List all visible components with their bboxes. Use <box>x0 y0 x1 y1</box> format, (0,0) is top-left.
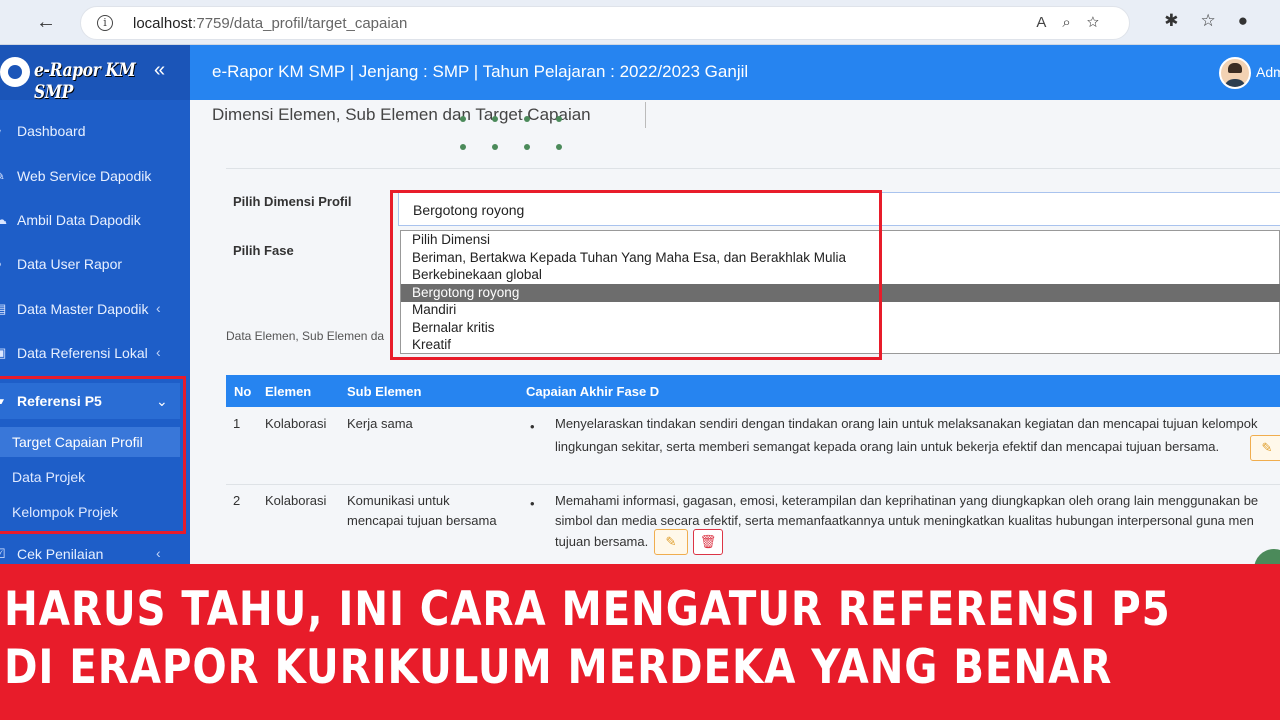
row-divider <box>226 484 1280 485</box>
title-divider <box>645 102 646 128</box>
sidebar-item-label: Data Referensi Lokal <box>17 345 148 361</box>
dimensi-label: Pilih Dimensi Profil <box>233 194 352 209</box>
read-aloud-icon[interactable]: A <box>1036 14 1062 31</box>
cell-sub-elemen: mencapai tujuan bersama <box>347 513 497 528</box>
sidebar-item-dashboard[interactable]: ◔ Dashboard <box>0 117 190 147</box>
browser-icons: ✱☆● <box>1164 11 1270 31</box>
dashboard-icon: ◔ <box>0 123 10 138</box>
cell-elemen: Kolaborasi <box>265 416 327 431</box>
main-content: Dimensi Elemen, Sub Elemen dan Target Ca… <box>190 100 1280 589</box>
avatar[interactable] <box>1219 57 1251 89</box>
sidebar-item-web-service-dapodik[interactable]: ✎ Web Service Dapodik <box>0 162 190 192</box>
cell-capaian-line: Memahami informasi, gagasan, emosi, kete… <box>555 493 1259 508</box>
app-title: e-Rapor KM SMP | Jenjang : SMP | Tahun P… <box>212 62 749 81</box>
url-host: localhost <box>133 15 193 32</box>
banner-line-2: DI ERAPOR KURIKULUM MERDEKA YANG BENAR <box>4 640 1113 695</box>
cell-capaian-line: Menyelaraskan tindakan sendiri dengan ti… <box>555 416 1258 431</box>
chevron-down-icon: ⌄ <box>156 393 168 409</box>
cell-elemen: Kolaborasi <box>265 493 327 508</box>
tut-wuri-logo <box>0 57 30 87</box>
sidebar-item-data-user-rapor[interactable]: ● Data User Rapor <box>0 250 190 280</box>
wrench-icon: ✎ <box>0 168 10 184</box>
top-navbar: e-Rapor KM SMP | Jenjang : SMP | Tahun P… <box>190 45 1280 100</box>
database-icon: ▤ <box>0 301 7 316</box>
user-name[interactable]: Adm <box>1256 64 1280 80</box>
chevron-left-icon: ‹ <box>156 300 161 316</box>
sidebar-subitem-label: Target Capaian Profil <box>12 434 143 450</box>
folder-open-icon: ▰ <box>0 393 4 409</box>
back-arrow-icon[interactable]: ← <box>36 11 58 33</box>
sidebar-subitem-label: Kelompok Projek <box>12 504 118 520</box>
cell-no: 2 <box>233 493 241 508</box>
edit-button[interactable]: ✎ <box>654 529 688 555</box>
sidebar-item-data-master-dapodik[interactable]: ▤ Data Master Dapodik ‹ <box>0 295 190 325</box>
delete-button[interactable]: 🗑 <box>693 529 723 555</box>
sidebar-item-referensi-p5[interactable]: ▰ Referensi P5 ⌄ <box>0 383 180 419</box>
referensi-p5-group: ▰ Referensi P5 ⌄ Target Capaian Profil D… <box>0 376 186 534</box>
table-header: No Elemen Sub Elemen Capaian Akhir Fase … <box>226 375 1280 407</box>
cell-no: 1 <box>233 416 241 431</box>
bullet: • <box>530 496 535 511</box>
address-tools: A⌕☆ <box>1036 14 1115 31</box>
sidebar-item-label: Data Master Dapodik <box>17 301 149 317</box>
profile-icon[interactable]: ● <box>1238 11 1270 30</box>
browser-toolbar: ← i localhost:7759/data_profil/target_ca… <box>0 0 1280 45</box>
cell-sub-elemen: Komunikasi untuk <box>347 493 450 508</box>
brand-name: e-Rapor KM SMP <box>34 59 136 103</box>
sidebar-subitem-kelompok-projek[interactable]: Kelompok Projek <box>0 497 180 527</box>
sidebar-subitem-target-capaian-profil[interactable]: Target Capaian Profil <box>0 427 180 457</box>
favorites-icon[interactable]: ☆ <box>1200 11 1237 30</box>
collapse-sidebar-icon[interactable]: « <box>154 59 165 82</box>
chevron-left-icon: ‹ <box>156 545 161 561</box>
column-header: Sub Elemen <box>347 384 422 399</box>
url-path: :7759/data_profil/target_capaian <box>192 15 408 32</box>
favorite-add-icon[interactable]: ☆ <box>1087 14 1115 31</box>
edit-button[interactable]: ✎ <box>1250 435 1280 461</box>
extensions-icon[interactable]: ✱ <box>1164 11 1200 30</box>
column-header: Elemen <box>265 384 312 399</box>
sidebar-item-label: Cek Penilaian <box>17 546 104 562</box>
sidebar-group-label: Referensi P5 <box>17 393 102 409</box>
loading-dots <box>460 116 570 156</box>
column-header: No <box>234 384 252 399</box>
cloud-download-icon: ☁ <box>0 212 7 227</box>
sidebar-subitem-data-projek[interactable]: Data Projek <box>0 462 180 492</box>
bullet: • <box>530 419 535 434</box>
table-row: 1 Kolaborasi Kerja sama • Menyelaraskan … <box>226 413 1280 483</box>
cell-capaian-line: tujuan bersama. <box>555 534 649 549</box>
sidebar-item-label: Dashboard <box>17 123 86 139</box>
title-banner: HARUS TAHU, INI CARA MENGATUR REFERENSI … <box>0 564 1280 720</box>
sidebar-item-ambil-data-dapodik[interactable]: ☁ Ambil Data Dapodik <box>0 206 190 236</box>
section-note: Data Elemen, Sub Elemen da <box>226 329 385 343</box>
table-row: 2 Kolaborasi Komunikasi untuk mencapai t… <box>226 490 1280 560</box>
cell-sub-elemen: Kerja sama <box>347 416 413 431</box>
sidebar-item-label: Data User Rapor <box>17 256 123 272</box>
url-text[interactable]: localhost:7759/data_profil/target_capaia… <box>133 15 407 32</box>
sidebar-subitem-label: Data Projek <box>12 469 86 485</box>
column-header: Capaian Akhir Fase D <box>526 384 660 399</box>
cell-capaian-line: lingkungan sekitar, serta memberi semang… <box>555 439 1220 454</box>
chevron-left-icon: ‹ <box>156 344 161 360</box>
divider <box>226 168 1280 169</box>
address-bar[interactable]: i localhost:7759/data_profil/target_capa… <box>80 6 1130 40</box>
folder-icon: ▣ <box>0 345 7 360</box>
fase-label: Pilih Fase <box>233 243 294 258</box>
cell-capaian-line: simbol dan media secara efektif, serta m… <box>555 513 1254 528</box>
sidebar-item-label: Ambil Data Dapodik <box>17 212 141 228</box>
user-icon: ● <box>0 256 10 271</box>
sidebar-item-data-referensi-lokal[interactable]: ▣ Data Referensi Lokal ‹ <box>0 339 190 369</box>
brand[interactable]: e-Rapor KM SMP « <box>0 45 190 103</box>
site-info-icon[interactable]: i <box>97 15 113 31</box>
highlight-frame <box>390 190 882 360</box>
banner-line-1: HARUS TAHU, INI CARA MENGATUR REFERENSI … <box>4 582 1171 637</box>
zoom-icon[interactable]: ⌕ <box>1062 14 1086 31</box>
checklist-icon: ☑ <box>0 546 10 562</box>
sidebar-item-label: Web Service Dapodik <box>17 168 152 184</box>
